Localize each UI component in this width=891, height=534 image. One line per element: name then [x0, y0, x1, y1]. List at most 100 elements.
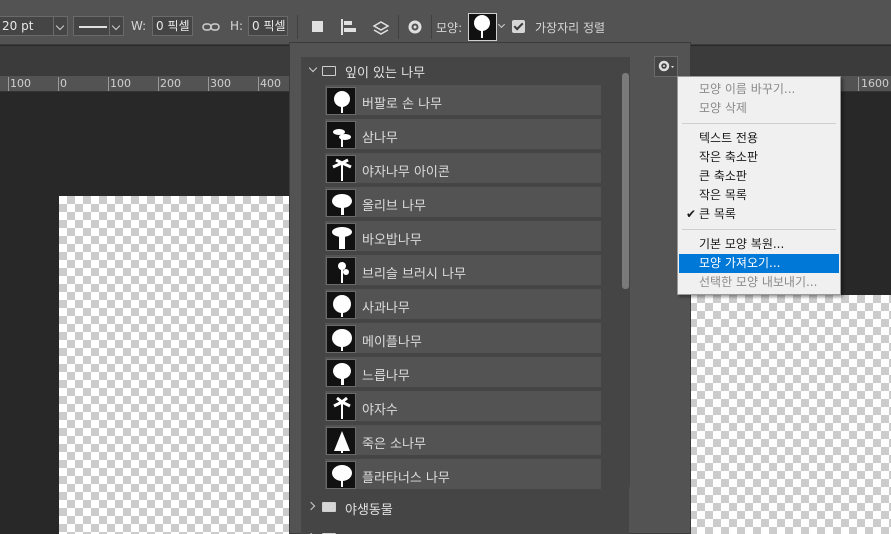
- shape-item[interactable]: 플라타너스 나무: [325, 459, 601, 491]
- shape-item[interactable]: 사과나무: [325, 289, 601, 321]
- path-arrangement-icon[interactable]: [370, 16, 392, 38]
- ruler-label: 400: [260, 77, 281, 90]
- shape-item-label: 브리슬 브러시 나무: [362, 267, 466, 282]
- scrollbar-thumb[interactable]: [622, 73, 629, 289]
- chevron-down-icon[interactable]: [308, 63, 318, 73]
- bristle-tree-shape-icon: [326, 257, 356, 285]
- ruler-label: 300: [210, 77, 231, 90]
- olive-tree-shape-icon: [326, 189, 356, 217]
- menu-item-delete-shape[interactable]: 모양 삭제: [679, 99, 839, 118]
- menu-separator: [682, 123, 836, 124]
- chevron-down-icon[interactable]: [53, 17, 67, 35]
- shape-item[interactable]: 죽은 소나무: [325, 425, 601, 457]
- path-operations-icon[interactable]: [307, 16, 329, 38]
- shape-item-label: 야자나무 아이콘: [362, 165, 450, 180]
- ruler-tick: [158, 77, 159, 91]
- link-icon[interactable]: [200, 16, 222, 38]
- shape-group-label: 야생동물: [345, 503, 393, 518]
- path-alignment-icon[interactable]: [338, 16, 360, 38]
- maple-shape-icon: [326, 325, 356, 353]
- ruler-label: 1600: [861, 77, 889, 90]
- shape-item-label: 플라타너스 나무: [362, 471, 450, 486]
- menu-item-label: 모양 가져오기...: [699, 256, 781, 270]
- menu-item-large-list[interactable]: ✔ 큰 목록: [679, 205, 839, 224]
- stroke-line-icon: [79, 26, 107, 28]
- menu-item-small-list[interactable]: 작은 목록: [679, 186, 839, 205]
- stroke-type-dropdown[interactable]: [73, 16, 124, 36]
- shape-group-header[interactable]: 잎이 있는 나무: [301, 57, 629, 84]
- shape-item[interactable]: 삼나무: [325, 119, 601, 151]
- shape-item-label: 느릅나무: [362, 369, 410, 384]
- gear-icon[interactable]: [404, 16, 426, 38]
- menu-item-label: 모양 이름 바꾸기...: [699, 82, 796, 96]
- shape-list[interactable]: 잎이 있는 나무 버팔로 손 나무 삼나무 야자나무 아이콘 올리브 나무 바오…: [301, 57, 629, 534]
- shape-group-collapsed[interactable]: 야생동물: [301, 493, 629, 521]
- stroke-width-value: 20 pt: [2, 19, 34, 33]
- align-edges-label: 가장자리 정렬: [535, 21, 606, 35]
- elm-shape-icon: [326, 359, 356, 387]
- gear-icon: [658, 60, 674, 72]
- folder-icon: [322, 502, 336, 512]
- shape-item-label: 버팔로 손 나무: [362, 97, 443, 112]
- menu-item-text-only[interactable]: 텍스트 전용: [679, 129, 839, 148]
- transparent-canvas[interactable]: [59, 196, 291, 534]
- align-edges-checkbox[interactable]: [512, 20, 525, 33]
- shape-picker-panel: 잎이 있는 나무 버팔로 손 나무 삼나무 야자나무 아이콘 올리브 나무 바오…: [289, 42, 691, 534]
- shape-group-label: 보트: [345, 530, 369, 534]
- menu-item-label: 모양 삭제: [699, 101, 747, 115]
- menu-item-rename-shape[interactable]: 모양 이름 바꾸기...: [679, 80, 839, 99]
- menu-item-export-shapes[interactable]: 선택한 모양 내보내기...: [679, 273, 839, 292]
- height-label: H:: [230, 19, 244, 33]
- shape-group-collapsed[interactable]: 보트: [301, 524, 629, 534]
- menu-item-label: 텍스트 전용: [699, 131, 759, 145]
- options-bar: 20 pt W: 0 픽셀 H: 0 픽셀 모양: 가장자리 정렬: [0, 7, 891, 45]
- width-value: 0 픽셀: [156, 19, 190, 33]
- divider: [297, 15, 298, 39]
- cedar-shape-icon: [326, 121, 356, 149]
- ruler-label: 100: [110, 77, 131, 90]
- shape-preview-swatch[interactable]: [468, 13, 497, 41]
- menu-item-reset-shapes[interactable]: 기본 모양 복원...: [679, 235, 839, 254]
- ruler-label: 0: [60, 77, 67, 90]
- width-label: W:: [131, 19, 147, 33]
- ruler-tick: [208, 77, 209, 91]
- shape-item-label: 죽은 소나무: [362, 437, 426, 452]
- transparent-canvas[interactable]: [689, 295, 891, 534]
- menu-item-large-thumbnail[interactable]: 큰 축소판: [679, 167, 839, 186]
- menu-separator: [682, 229, 836, 230]
- shape-item[interactable]: 바오밥나무: [325, 221, 601, 253]
- width-input[interactable]: 0 픽셀: [152, 16, 193, 36]
- shape-item-label: 바오밥나무: [362, 233, 422, 248]
- stroke-width-field[interactable]: 20 pt: [0, 16, 68, 36]
- palm-tree-shape-icon: [326, 393, 356, 421]
- apple-tree-shape-icon: [326, 291, 356, 319]
- chevron-right-icon[interactable]: [306, 501, 316, 511]
- menu-item-label: 작은 축소판: [699, 150, 759, 164]
- baobab-shape-icon: [326, 223, 356, 251]
- chevron-down-icon[interactable]: [497, 20, 506, 29]
- height-input[interactable]: 0 픽셀: [248, 16, 288, 36]
- menu-item-label: 큰 목록: [699, 207, 736, 221]
- shape-item[interactable]: 야자수: [325, 391, 601, 423]
- ruler-label: 100: [10, 77, 31, 90]
- menu-item-small-thumbnail[interactable]: 작은 축소판: [679, 148, 839, 167]
- menu-item-import-shapes[interactable]: 모양 가져오기...: [679, 254, 839, 273]
- ruler-tick: [858, 77, 859, 91]
- shape-item[interactable]: 야자나무 아이콘: [325, 153, 601, 185]
- picker-settings-button[interactable]: [654, 56, 678, 77]
- shape-item[interactable]: 버팔로 손 나무: [325, 85, 601, 117]
- picker-context-menu: 모양 이름 바꾸기... 모양 삭제 텍스트 전용 작은 축소판 큰 축소판 작…: [677, 76, 841, 295]
- checkmark-icon: ✔: [686, 207, 697, 221]
- shape-label: 모양:: [436, 21, 463, 35]
- shape-item-label: 메이플나무: [362, 335, 422, 350]
- ruler-label: 200: [160, 77, 181, 90]
- shape-item[interactable]: 느릅나무: [325, 357, 601, 389]
- ruler-tick: [108, 77, 109, 91]
- shape-item[interactable]: 올리브 나무: [325, 187, 601, 219]
- shape-item[interactable]: 메이플나무: [325, 323, 601, 355]
- shape-item-label: 야자수: [362, 403, 398, 418]
- menu-bar: [0, 0, 891, 7]
- shape-item[interactable]: 브리슬 브러시 나무: [325, 255, 601, 287]
- divider: [398, 15, 399, 39]
- chevron-down-icon[interactable]: [109, 17, 123, 35]
